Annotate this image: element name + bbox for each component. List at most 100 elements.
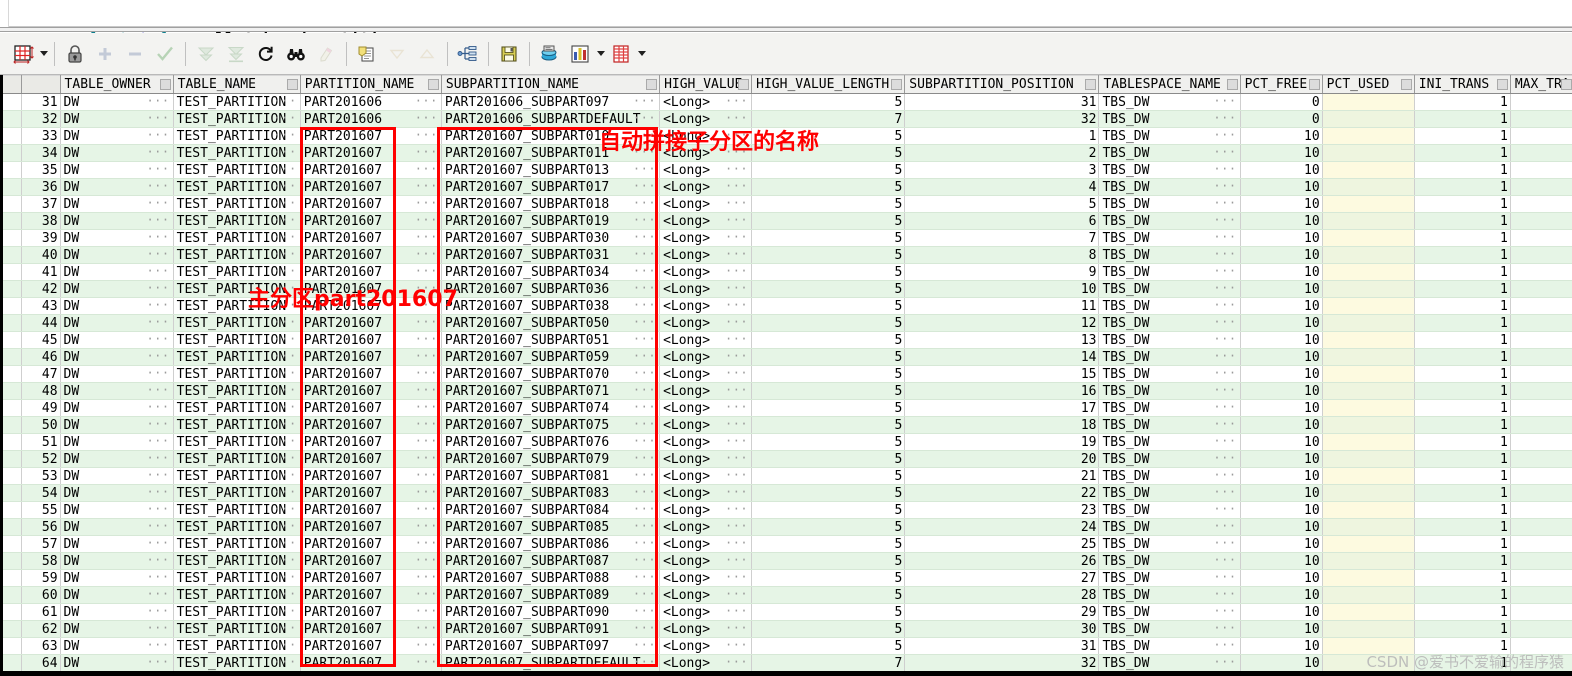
column-header-max_trans[interactable]: MAX_TRA: [1510, 75, 1572, 94]
cell-partition_name[interactable]: PART201607 ···: [300, 246, 442, 264]
cell-high_value_length[interactable]: 5: [751, 195, 906, 213]
cell-table_owner[interactable]: DW ···: [60, 229, 174, 247]
row-select-marker[interactable]: [3, 416, 22, 434]
table-row[interactable]: 61 DW ··· TEST_PARTITION ··· PART201607 ··· PAR…: [3, 603, 1572, 621]
cell-expand-ellipsis-icon[interactable]: ···: [146, 587, 169, 602]
cell-pct_used[interactable]: [1322, 450, 1415, 468]
cell-pct_used[interactable]: [1322, 297, 1415, 315]
cell-high_value[interactable]: <Long> ···: [659, 518, 753, 536]
cell-partition_name[interactable]: PART201607 ···: [300, 569, 442, 587]
cell-max_trans[interactable]: [1510, 297, 1572, 315]
cell-ini_trans[interactable]: 1: [1414, 348, 1511, 366]
cell-max_trans[interactable]: [1510, 263, 1572, 281]
cell-expand-ellipsis-icon[interactable]: ···: [633, 485, 656, 500]
cell-pct_free[interactable]: 10: [1240, 280, 1323, 298]
cell-max_trans[interactable]: [1510, 110, 1572, 128]
cell-expand-ellipsis-icon[interactable]: ···: [274, 553, 297, 568]
cell-subpartition_name[interactable]: PART201607_SUBPART038 ···: [441, 297, 661, 315]
cell-high_value_length[interactable]: 5: [751, 382, 906, 400]
cell-subpartition_name[interactable]: PART201606_SUBPART097 ···: [441, 93, 661, 111]
cell-expand-ellipsis-icon[interactable]: ···: [274, 434, 297, 449]
cell-tablespace_name[interactable]: TBS_DW ···: [1098, 450, 1241, 468]
cell-pct_free[interactable]: 10: [1240, 416, 1323, 434]
column-resize-grip[interactable]: [738, 79, 750, 90]
cell-expand-ellipsis-icon[interactable]: ···: [725, 179, 748, 194]
cell-expand-ellipsis-icon[interactable]: ···: [415, 621, 438, 636]
cell-high_value[interactable]: <Long> ···: [659, 178, 753, 196]
cell-pct_used[interactable]: [1322, 535, 1415, 553]
cell-partition_name[interactable]: PART201607 ···: [300, 348, 442, 366]
cell-tablespace_name[interactable]: TBS_DW ···: [1098, 348, 1241, 366]
cell-tablespace_name[interactable]: TBS_DW ···: [1098, 382, 1241, 400]
cell-max_trans[interactable]: [1510, 212, 1572, 230]
cell-expand-ellipsis-icon[interactable]: ···: [274, 264, 297, 279]
row-select-marker[interactable]: [3, 450, 22, 468]
cell-high_value[interactable]: <Long> ···: [659, 603, 753, 621]
cell-subpartition_name[interactable]: PART201607_SUBPART090 ···: [441, 603, 661, 621]
cell-ini_trans[interactable]: 1: [1414, 416, 1511, 434]
cell-expand-ellipsis-icon[interactable]: ···: [146, 400, 169, 415]
cell-expand-ellipsis-icon[interactable]: ···: [415, 383, 438, 398]
cell-subpartition_name[interactable]: PART201607_SUBPART017 ···: [441, 178, 661, 196]
cell-expand-ellipsis-icon[interactable]: ···: [146, 332, 169, 347]
cell-expand-ellipsis-icon[interactable]: ···: [146, 417, 169, 432]
cell-expand-ellipsis-icon[interactable]: ···: [725, 247, 748, 262]
cell-high_value[interactable]: <Long> ···: [659, 637, 753, 655]
cell-ini_trans[interactable]: 1: [1414, 552, 1511, 570]
cell-expand-ellipsis-icon[interactable]: ···: [274, 366, 297, 381]
cell-high_value_length[interactable]: 5: [751, 552, 906, 570]
row-select-marker[interactable]: [3, 586, 22, 604]
cell-ini_trans[interactable]: 1: [1414, 93, 1511, 111]
cell-table_name[interactable]: TEST_PARTITION ···: [173, 416, 301, 434]
row-number-cell[interactable]: 38: [21, 212, 61, 230]
cell-high_value_length[interactable]: 5: [751, 399, 906, 417]
cell-pct_free[interactable]: 10: [1240, 178, 1323, 196]
cell-subpartition_position[interactable]: 3: [904, 161, 1100, 179]
cell-high_value[interactable]: <Long> ···: [659, 654, 753, 672]
cell-high_value_length[interactable]: 5: [751, 569, 906, 587]
cell-table_owner[interactable]: DW ···: [60, 535, 174, 553]
cell-table_owner[interactable]: DW ···: [60, 518, 174, 536]
cell-pct_free[interactable]: 10: [1240, 127, 1323, 145]
cell-expand-ellipsis-icon[interactable]: ···: [146, 366, 169, 381]
cell-subpartition_name[interactable]: PART201607_SUBPART089 ···: [441, 586, 661, 604]
cell-tablespace_name[interactable]: TBS_DW ···: [1098, 212, 1241, 230]
cell-high_value[interactable]: <Long> ···: [659, 229, 753, 247]
cell-partition_name[interactable]: PART201607 ···: [300, 450, 442, 468]
cell-pct_used[interactable]: [1322, 399, 1415, 417]
cell-expand-ellipsis-icon[interactable]: ···: [146, 451, 169, 466]
cell-expand-ellipsis-icon[interactable]: ···: [415, 264, 438, 279]
cell-expand-ellipsis-icon[interactable]: ···: [1213, 230, 1236, 245]
cell-subpartition_name[interactable]: PART201607_SUBPART097 ···: [441, 637, 661, 655]
cell-expand-ellipsis-icon[interactable]: ···: [146, 281, 169, 296]
cell-high_value_length[interactable]: 5: [751, 620, 906, 638]
cell-expand-ellipsis-icon[interactable]: ···: [633, 179, 656, 194]
row-number-cell[interactable]: 43: [21, 297, 61, 315]
cell-subpartition_name[interactable]: PART201607_SUBPART087 ···: [441, 552, 661, 570]
table-row[interactable]: 31 DW ··· TEST_PARTITION ··· PART201606 ··· PAR…: [3, 93, 1572, 111]
column-header-table_name[interactable]: TABLE_NAME: [173, 75, 301, 94]
column-resize-grip[interactable]: [1085, 79, 1097, 90]
cell-tablespace_name[interactable]: TBS_DW ···: [1098, 484, 1241, 502]
cell-pct_used[interactable]: [1322, 569, 1415, 587]
table-row[interactable]: 41 DW ··· TEST_PARTITION ··· PART201607 ··· PAR…: [3, 263, 1572, 281]
cell-pct_used[interactable]: [1322, 246, 1415, 264]
cell-expand-ellipsis-icon[interactable]: ···: [1213, 247, 1236, 262]
table-row[interactable]: 43 DW ··· TEST_PARTITION ··· PART201607 ··· PAR…: [3, 297, 1572, 315]
cell-high_value[interactable]: <Long> ···: [659, 620, 753, 638]
row-select-marker[interactable]: [3, 331, 22, 349]
cell-expand-ellipsis-icon[interactable]: ···: [725, 332, 748, 347]
cell-partition_name[interactable]: PART201607 ···: [300, 178, 442, 196]
table-row[interactable]: 52 DW ··· TEST_PARTITION ··· PART201607 ··· PAR…: [3, 450, 1572, 468]
column-header-tablespace_name[interactable]: TABLESPACE_NAME: [1098, 75, 1241, 94]
cell-max_trans[interactable]: [1510, 569, 1572, 587]
column-resize-grip[interactable]: [891, 79, 903, 90]
cell-tablespace_name[interactable]: TBS_DW ···: [1098, 127, 1241, 145]
cell-expand-ellipsis-icon[interactable]: ···: [146, 264, 169, 279]
copy-to-clipboard-icon[interactable]: [352, 39, 382, 69]
cell-high_value[interactable]: <Long> ···: [659, 569, 753, 587]
cell-table_name[interactable]: TEST_PARTITION ···: [173, 450, 301, 468]
cell-partition_name[interactable]: PART201607 ···: [300, 331, 442, 349]
column-resize-grip[interactable]: [1561, 79, 1572, 90]
column-resize-grip[interactable]: [159, 79, 171, 90]
